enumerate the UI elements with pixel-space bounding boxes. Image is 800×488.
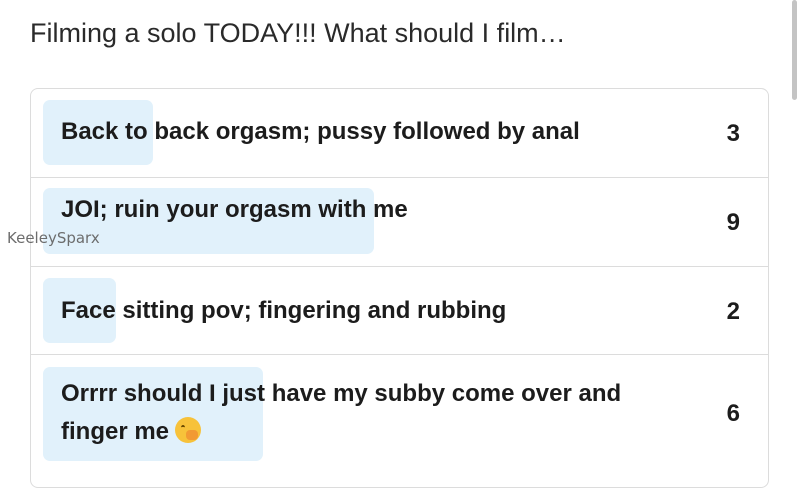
- scrollbar[interactable]: [792, 0, 797, 100]
- option-label: Face sitting pov; fingering and rubbing: [61, 297, 507, 324]
- poll-option-4[interactable]: Orrrr should I just have my subby come o…: [31, 355, 768, 487]
- vote-count: 3: [726, 120, 740, 147]
- option-label: JOI; ruin your orgasm with me: [61, 196, 408, 223]
- poll-question: Filming a solo TODAY!!! What should I fi…: [30, 18, 566, 48]
- poll-options: Back to back orgasm; pussy followed by a…: [30, 88, 769, 488]
- face-with-hand-over-mouth-icon: [175, 416, 202, 443]
- poll-option-3[interactable]: Face sitting pov; fingering and rubbing …: [31, 267, 768, 355]
- vote-count: 9: [726, 209, 740, 236]
- poll-option-2[interactable]: JOI; ruin your orgasm with me 9: [31, 178, 768, 267]
- option-label: Back to back orgasm; pussy followed by a…: [61, 118, 580, 145]
- vote-count: 6: [726, 400, 740, 427]
- option-label: Orrrr should I just have my subby come o…: [61, 380, 622, 445]
- watermark: KeeleySparx: [7, 229, 100, 247]
- poll-option-1[interactable]: Back to back orgasm; pussy followed by a…: [31, 89, 768, 178]
- option-label-wrap: Orrrr should I just have my subby come o…: [61, 375, 688, 451]
- vote-count: 2: [726, 298, 740, 325]
